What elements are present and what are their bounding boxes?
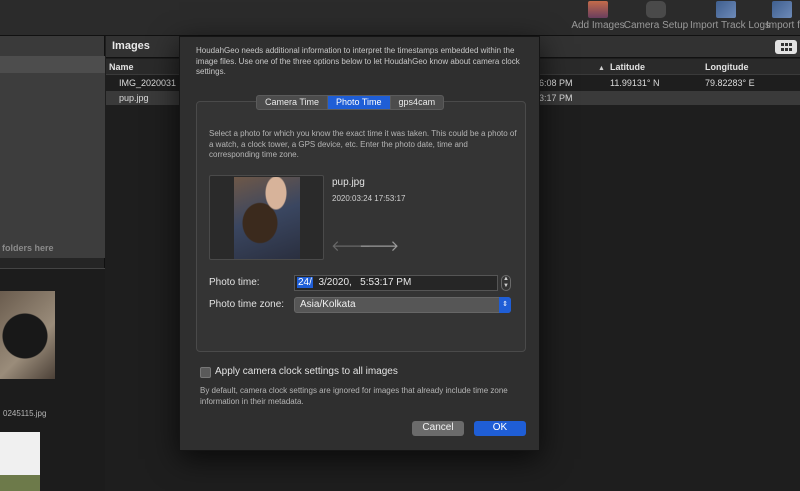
- time-zone-value: Asia/Kolkata: [300, 299, 356, 310]
- apply-all-checkbox[interactable]: [200, 367, 211, 378]
- thumbnail-image-2[interactable]: [0, 432, 40, 491]
- tab-gps4cam[interactable]: gps4cam: [391, 96, 444, 109]
- time-zone-select[interactable]: Asia/Kolkata ⇕: [294, 297, 511, 313]
- photo-date: 2020:03:24 17:53:17: [332, 194, 406, 203]
- app-window: Add Images Camera Setup Import Track Log…: [0, 0, 800, 491]
- column-longitude[interactable]: Longitude: [705, 62, 749, 72]
- import-button-partial[interactable]: Import f: [762, 1, 800, 35]
- thumbnail-label: 0245115.jpg: [3, 409, 47, 418]
- column-name[interactable]: Name: [109, 62, 134, 72]
- images-title: Images: [112, 40, 150, 52]
- photo-name: pup.jpg: [332, 177, 365, 188]
- import-icon: [772, 1, 792, 18]
- photo-stack-icon: [588, 1, 608, 18]
- tab-photo-time[interactable]: Photo Time: [328, 96, 391, 109]
- folders-hint: folders here: [2, 243, 54, 253]
- row-longitude: 79.82283° E: [705, 78, 755, 88]
- photo-time-label: Photo time:: [209, 277, 260, 288]
- sidebar-selected-item[interactable]: [0, 56, 105, 73]
- camera-setup-label: Camera Setup: [623, 20, 689, 31]
- photo-time-help: Select a photo for which you know the ex…: [209, 129, 517, 159]
- import-partial-label: Import f: [766, 20, 800, 31]
- sidebar: folders here 0245115.jpg: [0, 36, 105, 491]
- photo-time-rest[interactable]: 3/2020, 5:53:17 PM: [313, 277, 411, 288]
- toolbar: Add Images Camera Setup Import Track Log…: [0, 0, 800, 36]
- apply-all-label[interactable]: Apply camera clock settings to all image…: [215, 366, 398, 377]
- camera-clock-dialog: HoudahGeo needs additional information t…: [179, 36, 540, 451]
- sort-ascending-icon[interactable]: ▲: [598, 62, 605, 72]
- ok-button[interactable]: OK: [474, 421, 526, 436]
- row-time: 6:08 PM: [539, 78, 573, 88]
- cancel-button[interactable]: Cancel: [412, 421, 464, 436]
- photo-preview[interactable]: [209, 175, 324, 260]
- apply-all-note: By default, camera clock settings are ig…: [200, 386, 508, 406]
- photo-image: [234, 177, 300, 259]
- thumbnail-area: 0245115.jpg: [0, 268, 105, 491]
- row-name: IMG_2020031: [119, 78, 177, 88]
- stepper-icon[interactable]: ▲ ▼: [501, 275, 511, 291]
- row-time: 3:17 PM: [539, 93, 573, 103]
- photo-time-field[interactable]: 24/ 3/2020, 5:53:17 PM: [294, 275, 498, 291]
- thumbnail-image[interactable]: [0, 291, 55, 379]
- column-latitude[interactable]: Latitude: [610, 62, 645, 72]
- time-zone-label: Photo time zone:: [209, 299, 285, 310]
- dialog-intro: HoudahGeo needs additional information t…: [196, 46, 520, 76]
- row-latitude: 11.99131° N: [610, 78, 660, 88]
- tab-bar: Camera Time Photo Time gps4cam: [256, 95, 445, 110]
- row-name: pup.jpg: [119, 93, 149, 103]
- import-track-logs-button[interactable]: Import Track Logs: [690, 1, 771, 35]
- grid-view-icon[interactable]: [775, 40, 797, 54]
- photo-time-day[interactable]: 24/: [297, 277, 313, 288]
- track-log-icon: [716, 1, 736, 18]
- import-track-logs-label: Import Track Logs: [690, 20, 771, 31]
- arrow-right-icon[interactable]: 🡒: [359, 238, 399, 256]
- sidebar-header: [0, 36, 104, 56]
- camera-setup-button[interactable]: Camera Setup: [621, 1, 691, 35]
- camera-icon: [646, 1, 666, 18]
- folders-drop-area[interactable]: [0, 73, 105, 258]
- tab-camera-time[interactable]: Camera Time: [257, 96, 329, 109]
- chevron-updown-icon: ⇕: [499, 297, 511, 313]
